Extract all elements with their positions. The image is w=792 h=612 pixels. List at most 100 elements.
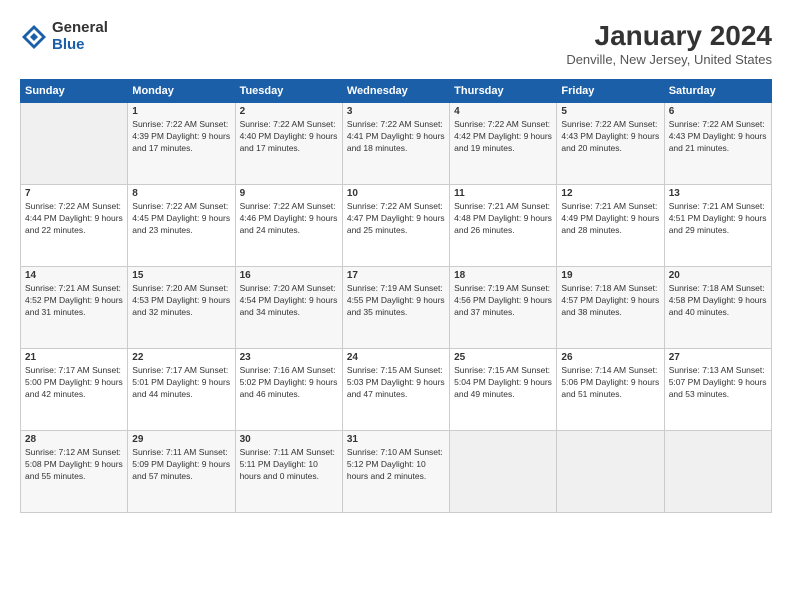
calendar-header: Sunday Monday Tuesday Wednesday Thursday…	[21, 80, 772, 103]
header: General Blue January 2024 Denville, New …	[20, 20, 772, 67]
day-info: Sunrise: 7:13 AM Sunset: 5:07 PM Dayligh…	[669, 365, 767, 401]
day-number: 9	[240, 188, 338, 199]
day-cell: 28 Sunrise: 7:12 AM Sunset: 5:08 PM Dayli…	[21, 431, 128, 513]
day-cell: 29 Sunrise: 7:11 AM Sunset: 5:09 PM Dayli…	[128, 431, 235, 513]
day-number: 10	[347, 188, 445, 199]
day-cell: 1Sunrise: 7:22 AM Sunset: 4:39 PM Daylig…	[128, 103, 235, 185]
day-info: Sunrise: 7:21 AM Sunset: 4:52 PM Dayligh…	[25, 283, 123, 319]
day-info: Sunrise: 7:18 AM Sunset: 4:58 PM Dayligh…	[669, 283, 767, 319]
title-area: January 2024 Denville, New Jersey, Unite…	[566, 20, 772, 67]
day-cell: 8 Sunrise: 7:22 AM Sunset: 4:45 PM Daylig…	[128, 185, 235, 267]
day-cell: 17Sunrise: 7:19 AM Sunset: 4:55 PM Dayli…	[342, 267, 449, 349]
day-cell: 30 Sunrise: 7:11 AM Sunset: 5:11 PM Dayli…	[235, 431, 342, 513]
header-row: Sunday Monday Tuesday Wednesday Thursday…	[21, 80, 772, 103]
calendar-subtitle: Denville, New Jersey, United States	[566, 52, 772, 67]
calendar-title: January 2024	[566, 20, 772, 52]
day-cell: 18Sunrise: 7:19 AM Sunset: 4:56 PM Dayli…	[450, 267, 557, 349]
week-row-4: 28 Sunrise: 7:12 AM Sunset: 5:08 PM Dayli…	[21, 431, 772, 513]
day-number: 15	[132, 270, 230, 281]
day-number: 20	[669, 270, 767, 281]
day-cell	[450, 431, 557, 513]
day-number: 4	[454, 106, 552, 117]
day-info: Sunrise: 7:22 AM Sunset: 4:47 PM Dayligh…	[347, 201, 445, 237]
day-number: 11	[454, 188, 552, 199]
day-info: Sunrise: 7:22 AM Sunset: 4:41 PM Dayligh…	[347, 119, 445, 155]
day-cell: 11 Sunrise: 7:21 AM Sunset: 4:48 PM Dayli…	[450, 185, 557, 267]
day-number: 21	[25, 352, 123, 363]
day-number: 23	[240, 352, 338, 363]
day-number: 27	[669, 352, 767, 363]
day-info: Sunrise: 7:22 AM Sunset: 4:46 PM Dayligh…	[240, 201, 338, 237]
page: General Blue January 2024 Denville, New …	[0, 0, 792, 612]
header-monday: Monday	[128, 80, 235, 103]
day-number: 1	[132, 106, 230, 117]
day-info: Sunrise: 7:11 AM Sunset: 5:11 PM Dayligh…	[240, 447, 338, 483]
header-sunday: Sunday	[21, 80, 128, 103]
day-number: 22	[132, 352, 230, 363]
day-info: Sunrise: 7:21 AM Sunset: 4:48 PM Dayligh…	[454, 201, 552, 237]
day-info: Sunrise: 7:20 AM Sunset: 4:54 PM Dayligh…	[240, 283, 338, 319]
day-cell: 7Sunrise: 7:22 AM Sunset: 4:44 PM Daylig…	[21, 185, 128, 267]
day-cell: 9 Sunrise: 7:22 AM Sunset: 4:46 PM Daylig…	[235, 185, 342, 267]
day-cell: 4 Sunrise: 7:22 AM Sunset: 4:42 PM Daylig…	[450, 103, 557, 185]
day-number: 5	[561, 106, 659, 117]
day-number: 12	[561, 188, 659, 199]
day-info: Sunrise: 7:21 AM Sunset: 4:51 PM Dayligh…	[669, 201, 767, 237]
day-cell: 5 Sunrise: 7:22 AM Sunset: 4:43 PM Daylig…	[557, 103, 664, 185]
day-cell: 16 Sunrise: 7:20 AM Sunset: 4:54 PM Dayli…	[235, 267, 342, 349]
day-number: 26	[561, 352, 659, 363]
day-number: 24	[347, 352, 445, 363]
day-number: 18	[454, 270, 552, 281]
week-row-3: 21 Sunrise: 7:17 AM Sunset: 5:00 PM Dayli…	[21, 349, 772, 431]
day-info: Sunrise: 7:22 AM Sunset: 4:42 PM Dayligh…	[454, 119, 552, 155]
week-row-0: 1Sunrise: 7:22 AM Sunset: 4:39 PM Daylig…	[21, 103, 772, 185]
day-cell	[21, 103, 128, 185]
day-number: 19	[561, 270, 659, 281]
week-row-1: 7Sunrise: 7:22 AM Sunset: 4:44 PM Daylig…	[21, 185, 772, 267]
day-cell: 31 Sunrise: 7:10 AM Sunset: 5:12 PM Dayli…	[342, 431, 449, 513]
day-info: Sunrise: 7:15 AM Sunset: 5:03 PM Dayligh…	[347, 365, 445, 401]
day-info: Sunrise: 7:17 AM Sunset: 5:01 PM Dayligh…	[132, 365, 230, 401]
day-info: Sunrise: 7:22 AM Sunset: 4:43 PM Dayligh…	[561, 119, 659, 155]
day-info: Sunrise: 7:12 AM Sunset: 5:08 PM Dayligh…	[25, 447, 123, 483]
day-cell: 13Sunrise: 7:21 AM Sunset: 4:51 PM Dayli…	[664, 185, 771, 267]
day-number: 28	[25, 434, 123, 445]
day-cell: 19Sunrise: 7:18 AM Sunset: 4:57 PM Dayli…	[557, 267, 664, 349]
logo-blue-text: Blue	[52, 37, 108, 54]
header-thursday: Thursday	[450, 80, 557, 103]
day-info: Sunrise: 7:19 AM Sunset: 4:55 PM Dayligh…	[347, 283, 445, 319]
calendar-table: Sunday Monday Tuesday Wednesday Thursday…	[20, 79, 772, 513]
day-cell: 14 Sunrise: 7:21 AM Sunset: 4:52 PM Dayli…	[21, 267, 128, 349]
day-cell	[557, 431, 664, 513]
week-row-2: 14 Sunrise: 7:21 AM Sunset: 4:52 PM Dayli…	[21, 267, 772, 349]
day-number: 30	[240, 434, 338, 445]
header-wednesday: Wednesday	[342, 80, 449, 103]
day-number: 6	[669, 106, 767, 117]
day-cell: 23 Sunrise: 7:16 AM Sunset: 5:02 PM Dayli…	[235, 349, 342, 431]
day-info: Sunrise: 7:14 AM Sunset: 5:06 PM Dayligh…	[561, 365, 659, 401]
day-cell: 6 Sunrise: 7:22 AM Sunset: 4:43 PM Daylig…	[664, 103, 771, 185]
day-number: 3	[347, 106, 445, 117]
day-info: Sunrise: 7:17 AM Sunset: 5:00 PM Dayligh…	[25, 365, 123, 401]
day-cell: 21 Sunrise: 7:17 AM Sunset: 5:00 PM Dayli…	[21, 349, 128, 431]
day-info: Sunrise: 7:15 AM Sunset: 5:04 PM Dayligh…	[454, 365, 552, 401]
day-info: Sunrise: 7:22 AM Sunset: 4:43 PM Dayligh…	[669, 119, 767, 155]
day-info: Sunrise: 7:22 AM Sunset: 4:44 PM Dayligh…	[25, 201, 123, 237]
day-number: 14	[25, 270, 123, 281]
header-saturday: Saturday	[664, 80, 771, 103]
day-number: 8	[132, 188, 230, 199]
day-info: Sunrise: 7:16 AM Sunset: 5:02 PM Dayligh…	[240, 365, 338, 401]
day-cell	[664, 431, 771, 513]
day-info: Sunrise: 7:11 AM Sunset: 5:09 PM Dayligh…	[132, 447, 230, 483]
day-number: 29	[132, 434, 230, 445]
day-info: Sunrise: 7:10 AM Sunset: 5:12 PM Dayligh…	[347, 447, 445, 483]
day-number: 25	[454, 352, 552, 363]
day-number: 31	[347, 434, 445, 445]
day-number: 2	[240, 106, 338, 117]
day-info: Sunrise: 7:21 AM Sunset: 4:49 PM Dayligh…	[561, 201, 659, 237]
day-info: Sunrise: 7:22 AM Sunset: 4:45 PM Dayligh…	[132, 201, 230, 237]
calendar-body: 1Sunrise: 7:22 AM Sunset: 4:39 PM Daylig…	[21, 103, 772, 513]
day-number: 16	[240, 270, 338, 281]
day-cell: 20 Sunrise: 7:18 AM Sunset: 4:58 PM Dayli…	[664, 267, 771, 349]
day-cell: 2Sunrise: 7:22 AM Sunset: 4:40 PM Daylig…	[235, 103, 342, 185]
